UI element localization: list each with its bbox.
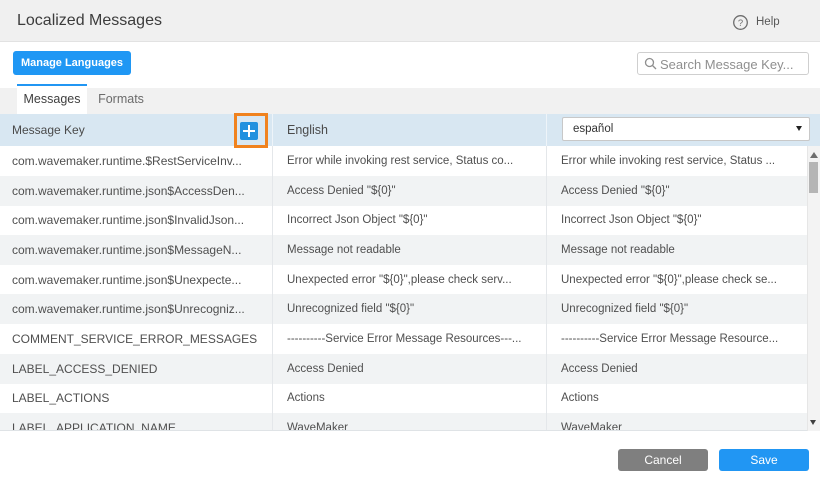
svg-text:?: ? xyxy=(738,18,743,29)
